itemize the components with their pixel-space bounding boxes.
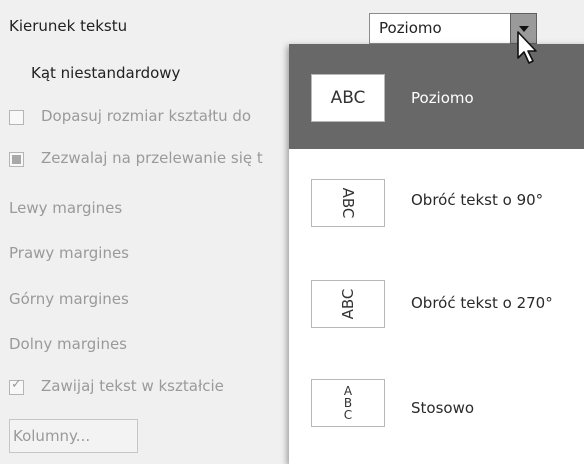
columns-button-label: Kolumny...: [13, 427, 91, 445]
thumb-text: ABC: [339, 187, 357, 219]
dropdown-item-label: Obróć tekst o 90°: [411, 191, 544, 209]
autofit-checkbox[interactable]: [9, 110, 24, 125]
top-margin-label: Górny margines: [9, 290, 129, 308]
horizontal-text-icon: ABC: [311, 74, 385, 122]
autofit-label: Dopasuj rozmiar kształtu do: [41, 107, 252, 125]
text-direction-value-box[interactable]: Poziomo: [369, 13, 511, 44]
dropdown-item-rotate-270[interactable]: ABC Obróć tekst o 270°: [289, 254, 584, 359]
right-margin-label: Prawy margines: [9, 244, 129, 262]
allow-overflow-checkbox[interactable]: [9, 152, 24, 167]
wrap-text-checkbox[interactable]: ✓: [9, 377, 24, 395]
mouse-pointer-icon: [517, 31, 537, 64]
thumb-text: ABC: [330, 88, 366, 108]
checkmark-icon: ✓: [11, 377, 22, 392]
text-direction-label: Kierunek tekstu: [9, 17, 128, 35]
thumb-text: ABC: [339, 288, 357, 320]
text-direction-dropdown-list: ABC Poziomo ABC Obróć tekst o 90° ABC Ob…: [289, 44, 584, 464]
allow-overflow-label: Zezwalaj na przelewanie się t: [41, 149, 263, 167]
bottom-margin-label: Dolny margines: [9, 335, 127, 353]
dropdown-item-label: Obróć tekst o 270°: [411, 294, 553, 312]
dropdown-item-stacked[interactable]: A B C Stosowo: [289, 359, 584, 464]
wrap-text-label: Zawijaj tekst w kształcie: [41, 377, 224, 395]
thumb-text: A B C: [343, 384, 353, 422]
left-margin-label: Lewy margines: [9, 199, 123, 217]
stacked-text-icon: A B C: [311, 379, 385, 427]
dropdown-item-label: Stosowo: [411, 399, 475, 417]
rotate-270-text-icon: ABC: [311, 280, 385, 328]
rotate-90-text-icon: ABC: [311, 179, 385, 227]
dropdown-item-label: Poziomo: [411, 89, 474, 107]
text-direction-value: Poziomo: [379, 19, 442, 37]
text-direction-combo[interactable]: Poziomo: [369, 13, 537, 44]
dropdown-item-rotate-90[interactable]: ABC Obróć tekst o 90°: [289, 149, 584, 254]
custom-angle-label[interactable]: Kąt niestandardowy: [31, 64, 180, 82]
columns-button[interactable]: Kolumny...: [9, 419, 138, 453]
